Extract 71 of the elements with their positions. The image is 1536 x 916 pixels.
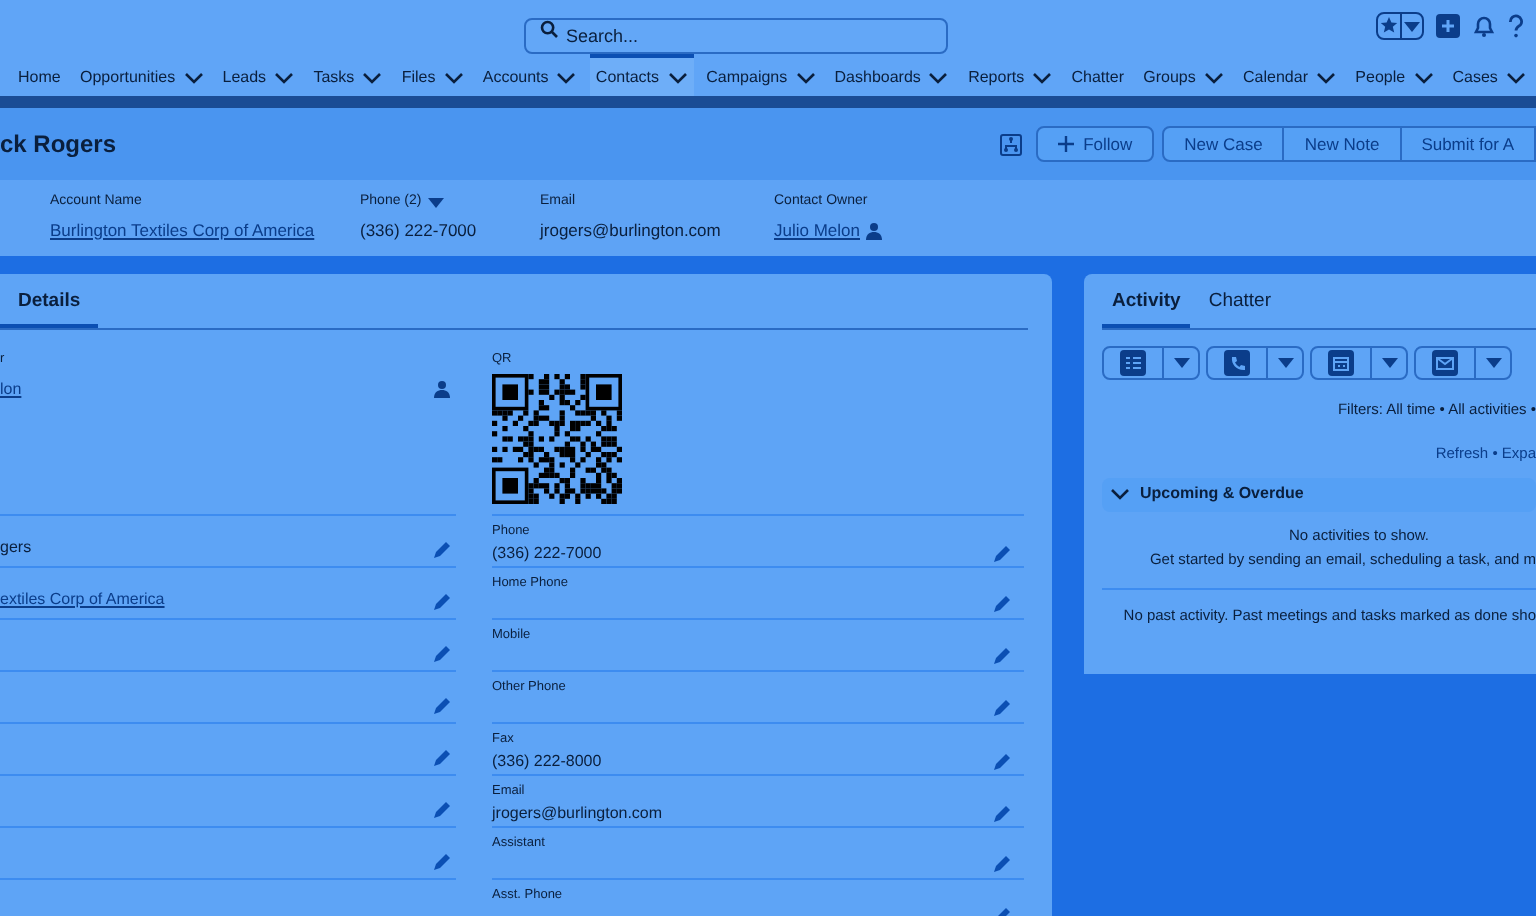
field-link[interactable]: Burlington Textiles Corp of America (50, 217, 315, 244)
caret-down-icon (1173, 358, 1189, 368)
section-header[interactable]: Upcoming & Overdue (1102, 477, 1536, 511)
nav-tab[interactable]: Cases (1446, 54, 1532, 96)
chevron-down-icon (1110, 488, 1130, 500)
caret-down-icon (1381, 358, 1397, 368)
nav-tab[interactable]: Home (12, 54, 67, 96)
nav-tab[interactable]: People (1349, 54, 1440, 96)
pencil-icon[interactable] (992, 697, 1012, 718)
nav-tab[interactable]: Calendar (1237, 54, 1342, 96)
pencil-icon[interactable] (992, 593, 1012, 614)
caret-down-icon (1404, 21, 1420, 31)
field-link[interactable]: lon (0, 377, 22, 402)
calendar-icon (1328, 350, 1354, 376)
pencil-icon[interactable] (432, 800, 452, 820)
pencil-icon[interactable] (432, 644, 452, 664)
pencil-icon[interactable] (992, 543, 1012, 564)
phone-icon (1224, 350, 1250, 376)
activity-tab[interactable]: Activity (1102, 287, 1191, 328)
search-field[interactable]: Search... (524, 18, 948, 54)
pencil-icon[interactable] (432, 592, 452, 612)
action-button[interactable]: New Case (1162, 126, 1285, 162)
nav-tab[interactable]: Opportunities (74, 54, 210, 96)
field-value: jrogers@burlington.com (492, 801, 663, 826)
star-icon (1378, 14, 1400, 38)
plus-icon (1057, 136, 1074, 152)
help-icon[interactable] (1508, 14, 1524, 38)
action-button[interactable]: Follow (1035, 126, 1155, 162)
nav-tab[interactable]: Contacts (589, 54, 693, 96)
pencil-icon[interactable] (432, 540, 452, 560)
hierarchy-icon[interactable] (999, 133, 1022, 155)
plus-icon[interactable] (1436, 14, 1460, 38)
caret-down-icon (1277, 358, 1293, 368)
nav-tab[interactable]: Accounts (476, 54, 583, 96)
bell-icon[interactable] (1472, 14, 1496, 38)
caret-down-icon (1485, 358, 1501, 368)
action-button[interactable]: Submit for A (1399, 126, 1536, 162)
pencil-icon[interactable] (432, 748, 452, 768)
record-title: ck Rogers (0, 128, 117, 162)
field-value: gers (0, 536, 32, 560)
field-value: (336) 222-8000 (492, 749, 602, 774)
nav-tab[interactable]: Files (395, 54, 470, 96)
details-tab[interactable]: Details (0, 287, 99, 328)
search-icon (540, 20, 558, 38)
favorites-button[interactable] (1376, 12, 1424, 40)
task-list-icon (1120, 350, 1146, 376)
field-link[interactable]: Julio Melon (774, 217, 860, 244)
field-value: (336) 222-7000 (492, 541, 602, 566)
pencil-icon[interactable] (992, 803, 1012, 824)
qr-code-icon (492, 373, 622, 504)
pencil-icon[interactable] (992, 751, 1012, 772)
nav-tab[interactable]: Dashboards (828, 54, 955, 96)
person-icon[interactable] (434, 380, 452, 399)
field-value: (336) 222-7000 (360, 217, 477, 244)
nav-tab[interactable]: Tasks (307, 54, 389, 96)
action-button[interactable]: New Note (1282, 126, 1402, 162)
nav-tab[interactable]: Leads (216, 54, 301, 96)
nav-tab[interactable]: Chatter (1065, 54, 1130, 96)
pencil-icon[interactable] (432, 852, 452, 872)
pencil-icon[interactable] (432, 696, 452, 716)
pencil-icon[interactable] (992, 645, 1012, 666)
person-icon[interactable] (866, 221, 884, 240)
activity-tab[interactable]: Chatter (1198, 287, 1281, 328)
pencil-icon[interactable] (992, 853, 1012, 874)
nav-tab[interactable]: Groups (1137, 54, 1230, 96)
field-link[interactable]: extiles Corp of America (0, 588, 165, 612)
field-value: jrogers@burlington.com (540, 217, 721, 244)
envelope-icon (1432, 350, 1458, 376)
nav-tab[interactable]: Campaigns (700, 54, 822, 96)
caret-down-icon (427, 198, 444, 209)
nav-tab[interactable]: Reports (962, 54, 1059, 96)
